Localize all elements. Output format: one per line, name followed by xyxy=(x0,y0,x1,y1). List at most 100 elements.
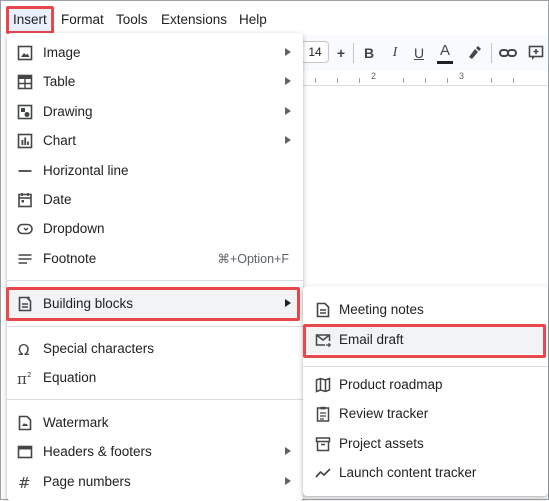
add-comment-icon[interactable] xyxy=(528,45,544,61)
ruler-tick xyxy=(491,78,492,83)
chart-icon xyxy=(17,133,33,149)
submenu-item-review-tracker[interactable]: Review tracker xyxy=(303,400,548,428)
submenu-arrow-icon xyxy=(285,447,291,455)
drawing-icon xyxy=(17,104,33,120)
launch-tracker-icon xyxy=(315,465,331,481)
menu-item-label: Watermark xyxy=(43,415,109,430)
header-footer-icon xyxy=(17,444,33,460)
ruler-mark: 3 xyxy=(459,71,465,81)
submenu-arrow-icon xyxy=(285,107,291,115)
menu-item-label: Page numbers xyxy=(43,474,131,489)
menu-tools[interactable]: Tools xyxy=(116,9,148,31)
submenu-item-label: Launch content tracker xyxy=(339,465,477,480)
submenu-item-label: Review tracker xyxy=(339,406,429,421)
submenu-item-project-assets[interactable]: Project assets xyxy=(303,430,548,458)
insert-menu: Image Table Drawing Chart Horizontal lin… xyxy=(7,33,303,501)
menu-item-special-characters[interactable]: Ω Special characters xyxy=(7,335,303,363)
submenu-arrow-icon xyxy=(285,477,291,485)
menu-item-drawing[interactable]: Drawing xyxy=(7,98,303,126)
submenu-item-label: Project assets xyxy=(339,436,424,451)
ruler-tick xyxy=(447,78,448,83)
menu-item-table[interactable]: Table xyxy=(7,68,303,96)
menu-item-label: Date xyxy=(43,192,72,207)
ruler: 2 3 xyxy=(301,71,548,86)
table-icon xyxy=(17,74,33,90)
menu-item-dropdown[interactable]: Dropdown xyxy=(7,215,303,243)
submenu-arrow-icon xyxy=(285,299,291,307)
horizontal-line-icon xyxy=(17,163,33,179)
menu-item-label: Building blocks xyxy=(43,296,134,311)
pi-icon: π2 xyxy=(17,370,33,388)
footnote-icon xyxy=(17,251,33,267)
menu-bar: Insert Format Tools Extensions Help xyxy=(1,1,548,37)
bold-button[interactable]: B xyxy=(361,43,377,63)
menu-item-page-numbers[interactable]: # Page numbers xyxy=(7,468,303,496)
ruler-tick xyxy=(425,78,426,83)
menu-item-date[interactable]: Date xyxy=(7,186,303,214)
menu-item-label: Horizontal line xyxy=(43,163,129,178)
svg-text:#: # xyxy=(18,474,31,490)
menu-item-label: Headers & footers xyxy=(43,444,152,459)
menu-item-building-blocks[interactable]: Building blocks xyxy=(7,290,303,318)
link-icon[interactable] xyxy=(499,45,517,61)
highlight-pen-icon[interactable] xyxy=(466,45,482,61)
toolbar-divider xyxy=(491,43,492,63)
building-blocks-icon xyxy=(17,296,33,312)
menu-item-label: Special characters xyxy=(43,341,155,356)
menu-divider xyxy=(7,399,303,400)
submenu-item-label: Meeting notes xyxy=(339,302,424,317)
svg-text:2: 2 xyxy=(27,371,31,379)
menu-item-label: Footnote xyxy=(43,251,97,266)
omega-icon: Ω xyxy=(17,341,33,359)
menu-item-label: Dropdown xyxy=(43,221,105,236)
text-color-bar xyxy=(437,61,453,64)
menu-format[interactable]: Format xyxy=(61,9,104,31)
hash-icon: # xyxy=(17,474,33,492)
ruler-tick xyxy=(337,78,338,83)
text-color-button[interactable]: A xyxy=(437,41,453,61)
building-blocks-submenu: Meeting notes Email draft Product roadma… xyxy=(303,286,548,496)
project-assets-icon xyxy=(315,436,331,452)
menu-item-label: Drawing xyxy=(43,104,93,119)
footnote-shortcut: ⌘+Option+F xyxy=(217,252,289,266)
ruler-mark: 2 xyxy=(371,71,377,81)
menu-item-label: Table xyxy=(43,74,76,89)
menu-help[interactable]: Help xyxy=(239,9,267,31)
menu-divider xyxy=(7,280,303,281)
menu-item-label: Chart xyxy=(43,133,77,148)
review-tracker-icon xyxy=(315,406,331,422)
submenu-item-launch-content-tracker[interactable]: Launch content tracker xyxy=(303,459,548,487)
ruler-tick xyxy=(403,78,404,83)
menu-item-headers-footers[interactable]: Headers & footers xyxy=(7,438,303,466)
underline-button[interactable]: U xyxy=(411,43,427,63)
menu-divider xyxy=(7,326,303,327)
menu-item-watermark[interactable]: Watermark xyxy=(7,409,303,437)
submenu-item-email-draft[interactable]: Email draft xyxy=(303,326,548,354)
svg-text:π: π xyxy=(17,370,27,386)
email-draft-icon xyxy=(315,332,332,348)
submenu-arrow-icon xyxy=(285,77,291,85)
submenu-arrow-icon xyxy=(285,136,291,144)
product-roadmap-icon xyxy=(315,377,331,393)
meeting-notes-icon xyxy=(315,302,331,318)
menu-item-image[interactable]: Image xyxy=(7,39,303,67)
toolbar-divider xyxy=(353,43,354,63)
font-size-input[interactable]: 14 xyxy=(301,41,329,63)
menu-item-chart[interactable]: Chart xyxy=(7,127,303,155)
watermark-icon xyxy=(17,415,33,431)
submenu-item-product-roadmap[interactable]: Product roadmap xyxy=(303,371,548,399)
italic-button[interactable]: I xyxy=(387,43,403,63)
menu-item-equation[interactable]: π2 Equation xyxy=(7,364,303,392)
submenu-arrow-icon xyxy=(285,48,291,56)
menu-insert[interactable]: Insert xyxy=(9,9,51,31)
dropdown-icon xyxy=(17,221,33,237)
submenu-item-meeting-notes[interactable]: Meeting notes xyxy=(303,296,548,324)
ruler-tick xyxy=(359,78,360,83)
menu-item-footnote[interactable]: Footnote ⌘+Option+F xyxy=(7,245,303,273)
submenu-item-label: Email draft xyxy=(339,332,404,347)
menu-item-horizontal-line[interactable]: Horizontal line xyxy=(7,157,303,185)
calendar-icon xyxy=(17,192,33,208)
menu-item-label: Equation xyxy=(43,370,97,385)
menu-extensions[interactable]: Extensions xyxy=(161,9,227,31)
font-size-increase-button[interactable]: + xyxy=(333,43,349,63)
